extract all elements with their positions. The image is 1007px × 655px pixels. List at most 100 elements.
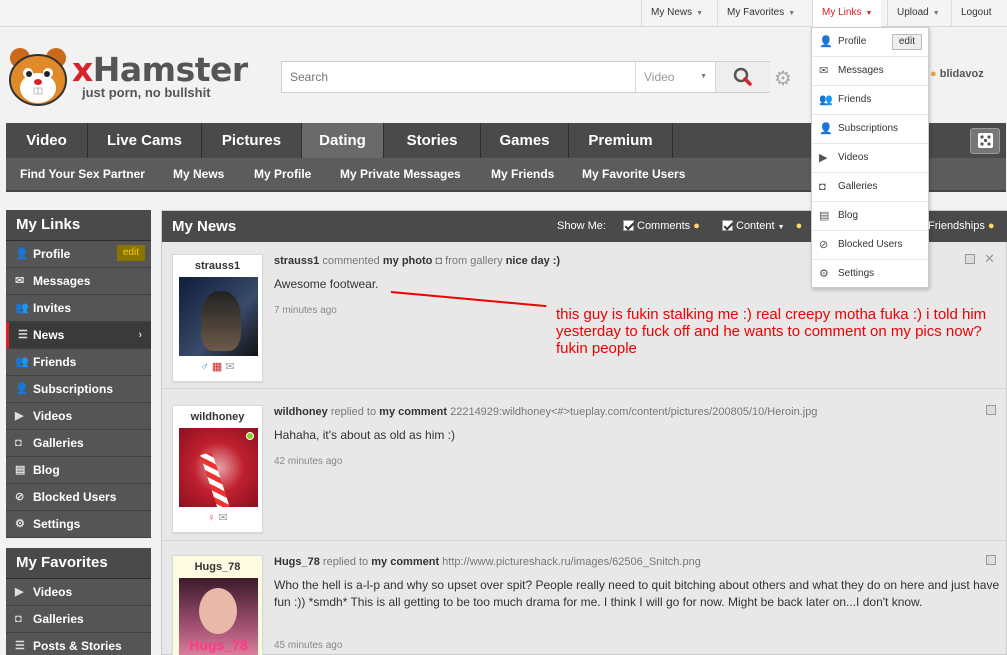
camera-icon: ◘ (15, 437, 22, 449)
content-checkbox[interactable] (722, 220, 733, 231)
sidebar-item-label: Videos (33, 585, 73, 599)
sidebar-item-profile[interactable]: 👤 Profile edit (6, 241, 151, 268)
message-icon[interactable] (965, 254, 975, 264)
feed-item: wildhoney ♀ ✉ wildhoney replied to my co… (162, 390, 1007, 541)
dropdown-item-friends[interactable]: 👥 Friends (812, 86, 928, 115)
user-card[interactable]: wildhoney ♀ ✉ (172, 405, 263, 533)
sidebar-item-blog[interactable]: ▤ Blog (6, 457, 151, 484)
gear-icon[interactable]: ⚙ (774, 66, 792, 91)
camera-icon: ◘ (15, 613, 22, 625)
filter-content-label: Content (736, 220, 775, 232)
user-card-name[interactable]: strauss1 (173, 255, 262, 277)
search-bar: Video ▼ (281, 61, 770, 93)
subnav-my-profile[interactable]: My Profile (254, 158, 311, 191)
envelope-icon[interactable]: ✉ (219, 512, 228, 524)
dropdown-item-blog[interactable]: ▤ Blog (812, 202, 928, 231)
feed-target-link[interactable]: my comment (371, 556, 439, 568)
topbar-upload[interactable]: Upload ▼ (887, 0, 949, 27)
dropdown-item-galleries[interactable]: ◘ Galleries (812, 173, 928, 202)
dropdown-item-label: Messages (838, 65, 884, 76)
filter-comments[interactable]: Comments ● (623, 211, 700, 242)
edit-profile-button[interactable]: edit (891, 34, 922, 50)
search-input[interactable] (282, 62, 635, 92)
nav-premium[interactable]: Premium (569, 123, 673, 158)
current-user[interactable]: ● blidavoz (930, 68, 984, 80)
sidebar-fav-posts[interactable]: ☰ Posts & Stories (6, 633, 151, 655)
search-button[interactable] (715, 62, 770, 92)
sidebar-item-news[interactable]: ☰ News › (6, 322, 151, 349)
user-avatar[interactable] (179, 277, 258, 356)
dice-icon[interactable] (970, 128, 1000, 154)
male-icon: ♂ (200, 361, 209, 373)
message-icon[interactable] (986, 555, 996, 565)
filter-content[interactable]: Content ▼ ● (722, 211, 802, 243)
user-card[interactable]: strauss1 ♂ ▦ ✉ (172, 254, 263, 382)
sidebar-item-videos[interactable]: ▶ Videos (6, 403, 151, 430)
dropdown-item-messages[interactable]: ✉ Messages (812, 57, 928, 86)
feed-time: 45 minutes ago (274, 640, 343, 651)
close-icon[interactable]: ✕ (984, 251, 995, 267)
user-card-icons: ♂ ▦ ✉ (173, 356, 262, 378)
filter-friendships[interactable]: Friendships ● (928, 211, 995, 242)
feed-user-link[interactable]: strauss1 (274, 255, 319, 267)
message-icon[interactable] (986, 405, 996, 415)
dropdown-item-profile[interactable]: 👤 Profile edit (812, 28, 928, 57)
dropdown-item-settings[interactable]: ⚙ Settings (812, 260, 928, 289)
nav-pictures[interactable]: Pictures (202, 123, 302, 158)
sidebar-item-messages[interactable]: ✉ Messages (6, 268, 151, 295)
block-icon: ⊘ (819, 239, 829, 251)
envelope-icon[interactable]: ✉ (225, 361, 234, 373)
topbar-my-links[interactable]: My Links ▼ (812, 0, 882, 28)
subnav-private-messages[interactable]: My Private Messages (340, 158, 461, 191)
nav-stories[interactable]: Stories (384, 123, 481, 158)
feed-user-link[interactable]: Hugs_78 (274, 556, 320, 568)
feed-action: commented (322, 255, 380, 267)
user-avatar[interactable]: Hugs_78 (179, 578, 258, 655)
sidebar-item-blocked-users[interactable]: ⊘ Blocked Users (6, 484, 151, 511)
user-card-name[interactable]: Hugs_78 (173, 556, 262, 578)
nav-games[interactable]: Games (481, 123, 569, 158)
feed-target-link[interactable]: my comment (379, 406, 447, 418)
feed-header: Hugs_78 replied to my comment http://www… (274, 556, 701, 568)
feed-target-link[interactable]: my photo (383, 255, 433, 267)
subnav-find-partner[interactable]: Find Your Sex Partner (20, 158, 145, 191)
edit-profile-button[interactable]: edit (116, 245, 145, 261)
topbar-my-links-label: My Links (822, 7, 862, 18)
user-avatar[interactable] (179, 428, 258, 507)
nav-live-cams[interactable]: Live Cams (88, 123, 202, 158)
lightbulb-icon: ● (693, 220, 700, 232)
sidebar-item-galleries[interactable]: ◘ Galleries (6, 430, 151, 457)
comments-checkbox[interactable] (623, 220, 634, 231)
sidebar-fav-galleries[interactable]: ◘ Galleries (6, 606, 151, 633)
invite-icon: 👥 (15, 302, 29, 314)
search-category-select[interactable]: Video ▼ (635, 62, 715, 92)
video-camera-icon: ▶ (15, 586, 24, 598)
block-icon: ⊘ (15, 491, 25, 503)
topbar-logout-label: Logout (961, 7, 992, 18)
hamster-logo-icon (9, 48, 67, 106)
nav-video[interactable]: Video (6, 123, 88, 158)
camera-icon: ◘ (819, 181, 826, 193)
dropdown-item-subscriptions[interactable]: 👤 Subscriptions (812, 115, 928, 144)
sidebar-item-label: Galleries (33, 436, 84, 450)
logo-title: xHamster (72, 50, 248, 89)
feed-user-link[interactable]: wildhoney (274, 406, 328, 418)
sidebar-item-settings[interactable]: ⚙ Settings (6, 511, 151, 538)
feed-gallery-link[interactable]: nice day :) (506, 255, 560, 267)
nav-dating[interactable]: Dating (302, 123, 384, 158)
subnav-my-friends[interactable]: My Friends (491, 158, 554, 191)
subnav-favorite-users[interactable]: My Favorite Users (582, 158, 685, 191)
topbar-logout[interactable]: Logout (951, 0, 1007, 27)
topbar-my-favorites[interactable]: My Favorites ▼ (717, 0, 804, 27)
sidebar-item-friends[interactable]: 👥 Friends (6, 349, 151, 376)
user-card[interactable]: Hugs_78 Hugs_78 (172, 555, 263, 655)
sidebar-item-invites[interactable]: 👥 Invites (6, 295, 151, 322)
dropdown-item-blocked-users[interactable]: ⊘ Blocked Users (812, 231, 928, 260)
sidebar-item-subscriptions[interactable]: 👤 Subscriptions (6, 376, 151, 403)
topbar-my-news[interactable]: My News ▼ (641, 0, 712, 27)
site-logo[interactable]: xHamster just porn, no bullshit (6, 46, 248, 106)
subnav-my-news[interactable]: My News (173, 158, 224, 191)
dropdown-item-videos[interactable]: ▶ Videos (812, 144, 928, 173)
user-card-name[interactable]: wildhoney (173, 406, 262, 428)
sidebar-fav-videos[interactable]: ▶ Videos (6, 579, 151, 606)
